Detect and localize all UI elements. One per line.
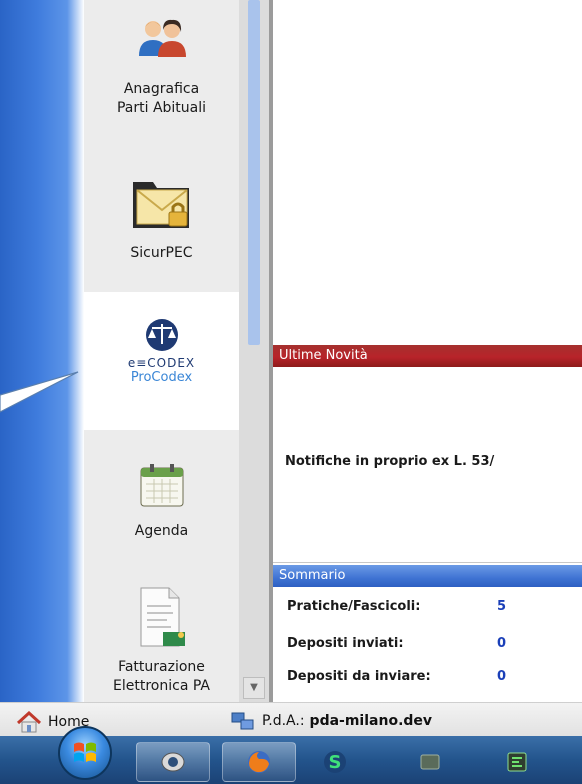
procodex-label: ProCodex [130, 370, 193, 385]
ecodex-logo-text: e≡CODEX [127, 356, 196, 370]
summary-label-depositi-da-inviare: Depositi da inviare: [287, 669, 431, 684]
secure-mail-lock-icon [132, 182, 189, 228]
sidebar: Anagrafica Parti Abituali SicurPEC e≡COD… [84, 0, 239, 702]
sidebar-item-fatturazione[interactable]: Fatturazione Elettronica PA [84, 586, 239, 702]
sidebar-item-anagrafica[interactable]: Anagrafica Parti Abituali [84, 18, 239, 148]
sidebar-item-procodex[interactable]: e≡CODEX ProCodex [84, 292, 239, 430]
news-header: Ultime Novità [273, 345, 582, 367]
pda-prefix: P.d.A.: [262, 713, 305, 729]
svg-text:S: S [329, 752, 342, 773]
fatturazione-label-text: Fatturazione Elettronica PA [113, 659, 210, 694]
invoice-document-icon [140, 587, 185, 647]
calendar-icon [140, 464, 183, 507]
status-pda: P.d.A.: pda-milano.dev [231, 711, 433, 731]
taskbar-button-webcam[interactable] [136, 742, 210, 782]
ecodex-justice-icon [145, 319, 178, 351]
scroll-thumb[interactable] [248, 0, 260, 345]
anagrafica-label: Anagrafica Parti Abituali [116, 81, 207, 116]
webcam-app-icon [161, 752, 185, 772]
summary-label-pratiche: Pratiche/Fascicoli: [287, 599, 421, 614]
firefox-icon [248, 751, 270, 773]
start-button[interactable] [58, 726, 112, 780]
contacts-people-icon [138, 19, 186, 57]
sidebar-item-label: Anagrafica Parti Abituali [117, 80, 206, 118]
window-app-icon[interactable] [418, 750, 442, 774]
taskbar-button-firefox[interactable] [222, 742, 296, 782]
summary-value-pratiche[interactable]: 5 [497, 599, 506, 614]
network-computer-icon [231, 712, 254, 730]
scroll-down-arrow-icon[interactable]: ▼ [243, 677, 265, 699]
summary-value-depositi-inviati[interactable]: 0 [497, 636, 506, 651]
fatturazione-label: Fatturazione Elettronica PA [113, 658, 210, 696]
sidebar-scrollbar[interactable]: ▼ [239, 0, 269, 702]
summary-value-depositi-da-inviare[interactable]: 0 [497, 669, 506, 684]
news-item[interactable]: Notifiche in proprio ex L. 53/ [285, 454, 494, 469]
sidebar-item-sicurpec[interactable]: SicurPEC [84, 172, 239, 272]
home-icon [16, 711, 42, 733]
agenda-label: Agenda [134, 523, 189, 539]
sidebar-item-agenda[interactable]: Agenda [84, 462, 239, 572]
summary-label-depositi-inviati: Depositi inviati: [287, 636, 404, 651]
callout-pointer [0, 371, 79, 413]
summary-header: Sommario [273, 565, 582, 587]
sicurpec-label: SicurPEC [130, 245, 193, 261]
windows-logo-icon [74, 742, 96, 762]
pda-value: pda-milano.dev [309, 713, 433, 729]
terminal-app-icon[interactable] [505, 750, 529, 774]
skype-s-icon[interactable]: S [323, 750, 347, 774]
main-panel: Ultime Novità Notifiche in proprio ex L.… [269, 0, 582, 702]
